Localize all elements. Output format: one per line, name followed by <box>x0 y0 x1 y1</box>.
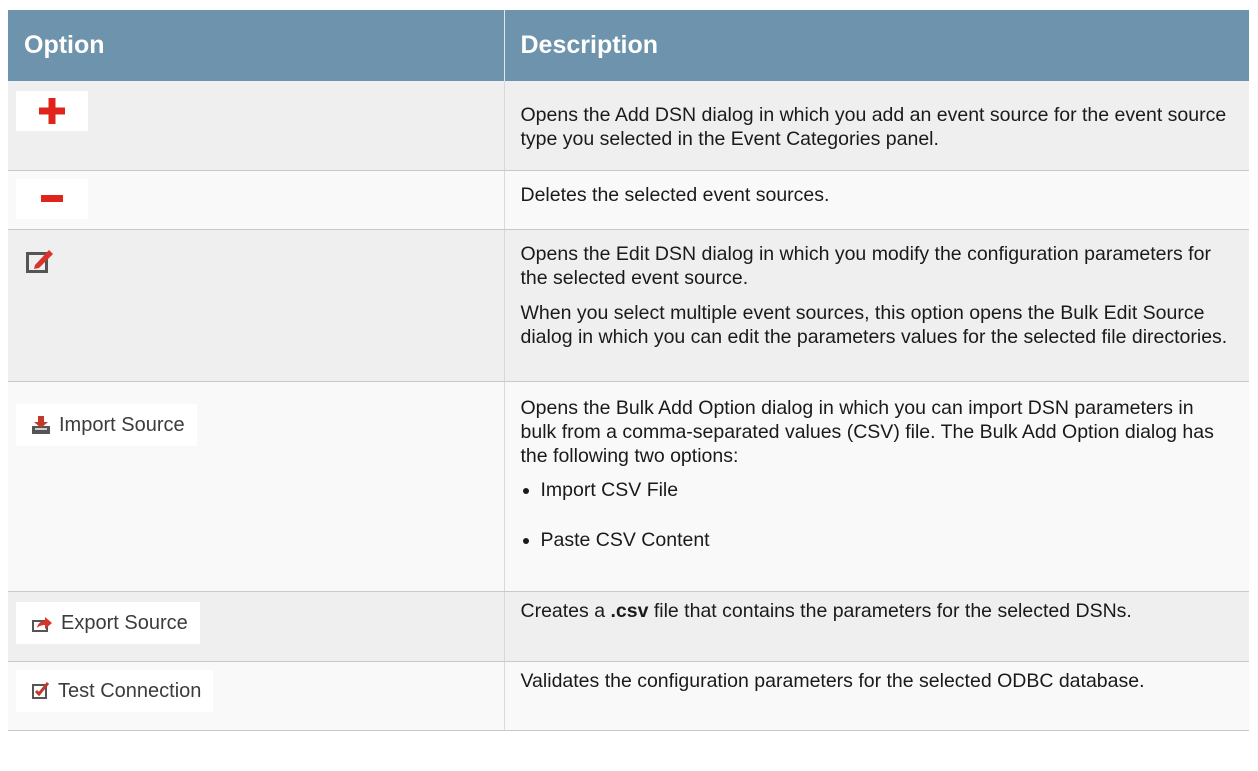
csv-extension: .csv <box>610 599 649 622</box>
header-description: Description <box>504 10 1249 81</box>
options-list: Import CSV File Paste CSV Content <box>521 478 1234 552</box>
description-text: Opens the Edit DSN dialog in which you m… <box>520 242 1211 289</box>
description-text: Opens the Bulk Add Option dialog in whic… <box>520 396 1214 467</box>
list-item: Import CSV File <box>541 478 1234 502</box>
table-header-row: Option Description <box>8 10 1249 81</box>
description-text: When you select multiple event sources, … <box>520 301 1228 348</box>
description-text: Opens the Add DSN dialog in which you ad… <box>520 104 1227 150</box>
table-row: Export Source Creates a .csv file that c… <box>8 591 1249 662</box>
table-row: Test Connection Validates the configurat… <box>8 661 1249 731</box>
description-prefix: Creates a <box>520 599 611 622</box>
table-row: Deletes the selected event sources. <box>8 170 1249 230</box>
add-icon <box>39 98 65 124</box>
table-row: Opens the Add DSN dialog in which you ad… <box>8 81 1249 171</box>
description-cell: Deletes the selected event sources. <box>503 170 1249 230</box>
edit-icon <box>26 249 53 273</box>
export-source-button[interactable]: Export Source <box>16 601 200 644</box>
test-connection-button[interactable]: Test Connection <box>16 669 214 712</box>
option-cell <box>8 81 505 171</box>
description-cell: Opens the Add DSN dialog in which you ad… <box>503 81 1249 171</box>
description-cell: Validates the configuration parameters f… <box>503 661 1249 731</box>
options-table: Option Description Opens the Add DSN dia… <box>8 10 1249 731</box>
header-option: Option <box>8 10 505 81</box>
description-cell: Opens the Bulk Add Option dialog in whic… <box>503 381 1249 592</box>
description-text: Creates a .csv file that contains the pa… <box>521 599 1234 623</box>
option-cell <box>8 170 505 230</box>
add-button[interactable] <box>16 91 88 131</box>
table-row: Opens the Edit DSN dialog in which you m… <box>8 229 1249 382</box>
test-connection-label: Test Connection <box>58 679 202 702</box>
description-cell: Opens the Edit DSN dialog in which you m… <box>503 229 1249 382</box>
remove-button[interactable] <box>16 178 88 219</box>
import-icon <box>32 415 50 434</box>
description-text: Deletes the selected event sources. <box>520 183 830 206</box>
table-row: Import Source Opens the Bulk Add Option … <box>8 381 1249 592</box>
option-cell: Export Source <box>8 591 505 662</box>
list-item: Paste CSV Content <box>541 528 1234 552</box>
option-cell: Import Source <box>8 381 505 592</box>
option-cell <box>8 229 505 382</box>
export-icon <box>32 616 52 632</box>
test-connection-icon <box>32 682 49 699</box>
export-source-label: Export Source <box>61 611 188 634</box>
description-cell: Creates a .csv file that contains the pa… <box>503 591 1249 662</box>
import-source-button[interactable]: Import Source <box>16 403 197 446</box>
description-text: Validates the configuration parameters f… <box>520 669 1145 692</box>
import-source-label: Import Source <box>59 413 185 436</box>
edit-button[interactable] <box>26 248 54 280</box>
remove-icon <box>41 194 63 202</box>
option-cell: Test Connection <box>8 661 505 731</box>
description-suffix: file that contains the parameters for th… <box>648 599 1132 622</box>
